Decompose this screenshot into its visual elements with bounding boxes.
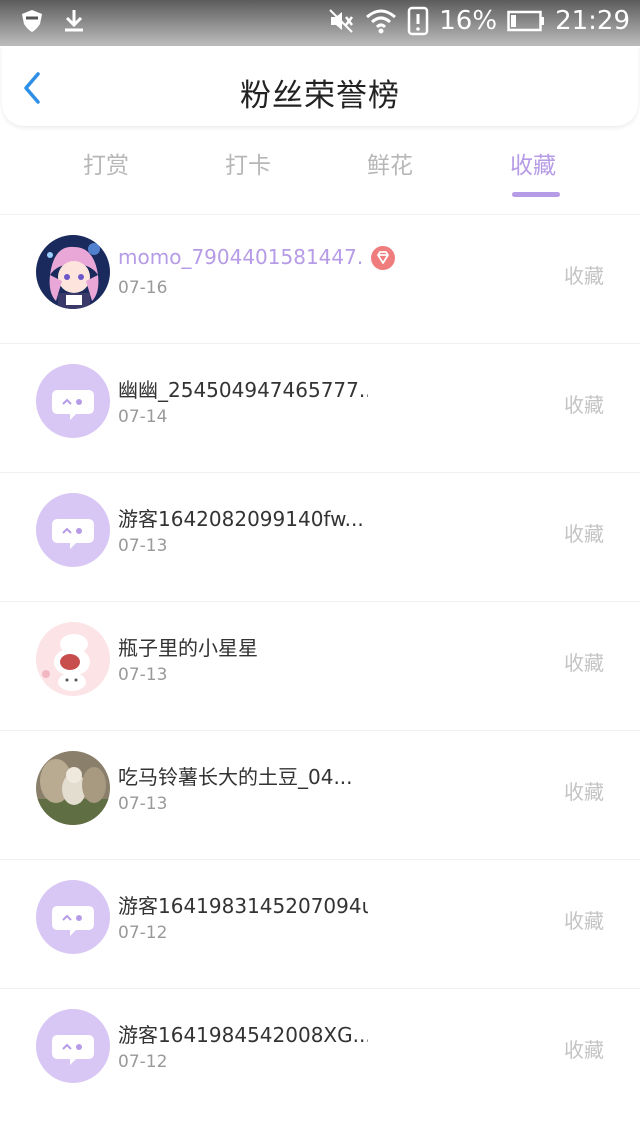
fan-list: momo_7904401581447. 07-16 收藏 幽幽_25450494… <box>0 214 640 1117</box>
battery-percent: 16% <box>439 6 498 36</box>
favorite-label: 收藏 <box>564 393 604 417</box>
page-title: 粉丝荣誉榜 <box>240 78 400 114</box>
fan-date: 07-14 <box>118 407 168 427</box>
tab-reward[interactable]: 打赏 <box>66 146 146 180</box>
photo-avatar[interactable] <box>36 751 110 825</box>
tab-bar: 打赏 打卡 鲜花 收藏 <box>0 140 640 200</box>
list-item[interactable]: 瓶子里的小星星 07-13 收藏 <box>0 601 640 730</box>
favorite-label: 收藏 <box>564 522 604 546</box>
list-item[interactable]: momo_7904401581447. 07-16 收藏 <box>0 214 640 343</box>
anime-avatar[interactable] <box>36 235 110 309</box>
fan-name: 游客1641983145207094u <box>118 894 368 918</box>
wifi-icon <box>365 7 397 35</box>
battery-icon <box>507 10 545 32</box>
fan-name: 游客1641984542008XG... <box>118 1023 368 1047</box>
tab-checkin[interactable]: 打卡 <box>208 146 288 180</box>
fan-date: 07-13 <box>118 794 168 814</box>
tab-favorites[interactable]: 收藏 <box>493 146 573 197</box>
fan-name: 吃马铃薯长大的土豆_04... <box>118 765 353 789</box>
default-chat-avatar[interactable] <box>36 493 110 567</box>
fan-date: 07-12 <box>118 1052 168 1072</box>
diamond-badge-icon <box>370 245 396 271</box>
download-icon <box>62 8 86 34</box>
favorite-label: 收藏 <box>564 264 604 288</box>
fan-name: momo_7904401581447. <box>118 245 364 269</box>
fan-date: 07-13 <box>118 665 168 685</box>
favorite-label: 收藏 <box>564 1038 604 1062</box>
tab-favorites-label: 收藏 <box>510 153 556 179</box>
status-bar: 16% 21:29 <box>0 0 640 46</box>
mute-icon <box>327 7 355 35</box>
fan-name: 幽幽_254504947465777... <box>118 378 368 402</box>
favorite-label: 收藏 <box>564 780 604 804</box>
default-chat-avatar[interactable] <box>36 880 110 954</box>
fan-date: 07-12 <box>118 923 168 943</box>
list-item[interactable]: 游客1641983145207094u 07-12 收藏 <box>0 859 640 988</box>
nav-bar: 粉丝荣誉榜 <box>2 46 638 126</box>
sim-alert-icon <box>407 6 429 36</box>
fan-name: 游客1642082099140fw... <box>118 507 364 531</box>
list-item[interactable]: 游客1641984542008XG... 07-12 收藏 <box>0 988 640 1117</box>
default-chat-avatar[interactable] <box>36 1009 110 1083</box>
list-item[interactable]: 幽幽_254504947465777... 07-14 收藏 <box>0 343 640 472</box>
list-item[interactable]: 吃马铃薯长大的土豆_04... 07-13 收藏 <box>0 730 640 859</box>
pink-cartoon-avatar[interactable] <box>36 622 110 696</box>
active-tab-indicator <box>512 192 560 197</box>
tab-flowers[interactable]: 鲜花 <box>350 146 430 180</box>
shield-icon <box>20 8 44 34</box>
clock: 21:29 <box>555 6 630 36</box>
list-item[interactable]: 游客1642082099140fw... 07-13 收藏 <box>0 472 640 601</box>
fan-date: 07-13 <box>118 536 168 556</box>
favorite-label: 收藏 <box>564 909 604 933</box>
fan-name: 瓶子里的小星星 <box>118 636 258 660</box>
default-chat-avatar[interactable] <box>36 364 110 438</box>
fan-date: 07-16 <box>118 278 168 298</box>
favorite-label: 收藏 <box>564 651 604 675</box>
